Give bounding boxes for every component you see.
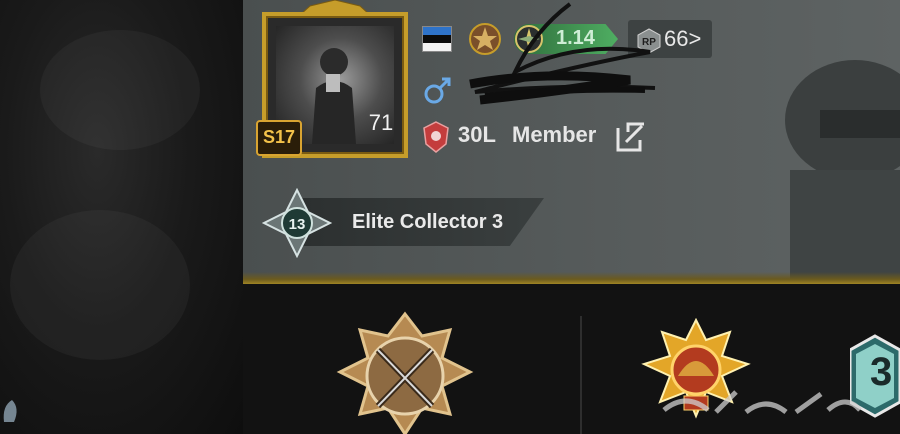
title-emblem-icon: 13 (262, 188, 332, 258)
background-texture (40, 30, 200, 150)
avatar-person (312, 48, 356, 144)
season-badge: S17 (256, 120, 302, 156)
background-texture (10, 210, 190, 360)
rp-level-text: 66> (664, 26, 702, 51)
tier-badge-label: 3 (870, 350, 893, 394)
crew-name: 30L (458, 122, 496, 147)
character-silhouette (785, 60, 900, 280)
title-label: Elite Collector 3 (352, 211, 504, 233)
crew-emblem-icon (423, 121, 449, 153)
crossed-rifles-medal-icon[interactable] (330, 310, 480, 434)
corner-decoration-icon (3, 400, 17, 422)
crew-role: Member (512, 122, 597, 147)
watermark-logo (662, 390, 862, 415)
player-name-redacted (469, 2, 656, 105)
left-background (0, 0, 243, 434)
panel-gold-border (243, 272, 900, 284)
estonia-flag-icon[interactable] (422, 26, 452, 52)
male-icon (424, 77, 451, 104)
edit-icon[interactable] (614, 120, 648, 154)
title-emblem-number: 13 (289, 216, 306, 233)
avatar-level: 71 (368, 110, 394, 135)
panel-divider (580, 316, 582, 434)
